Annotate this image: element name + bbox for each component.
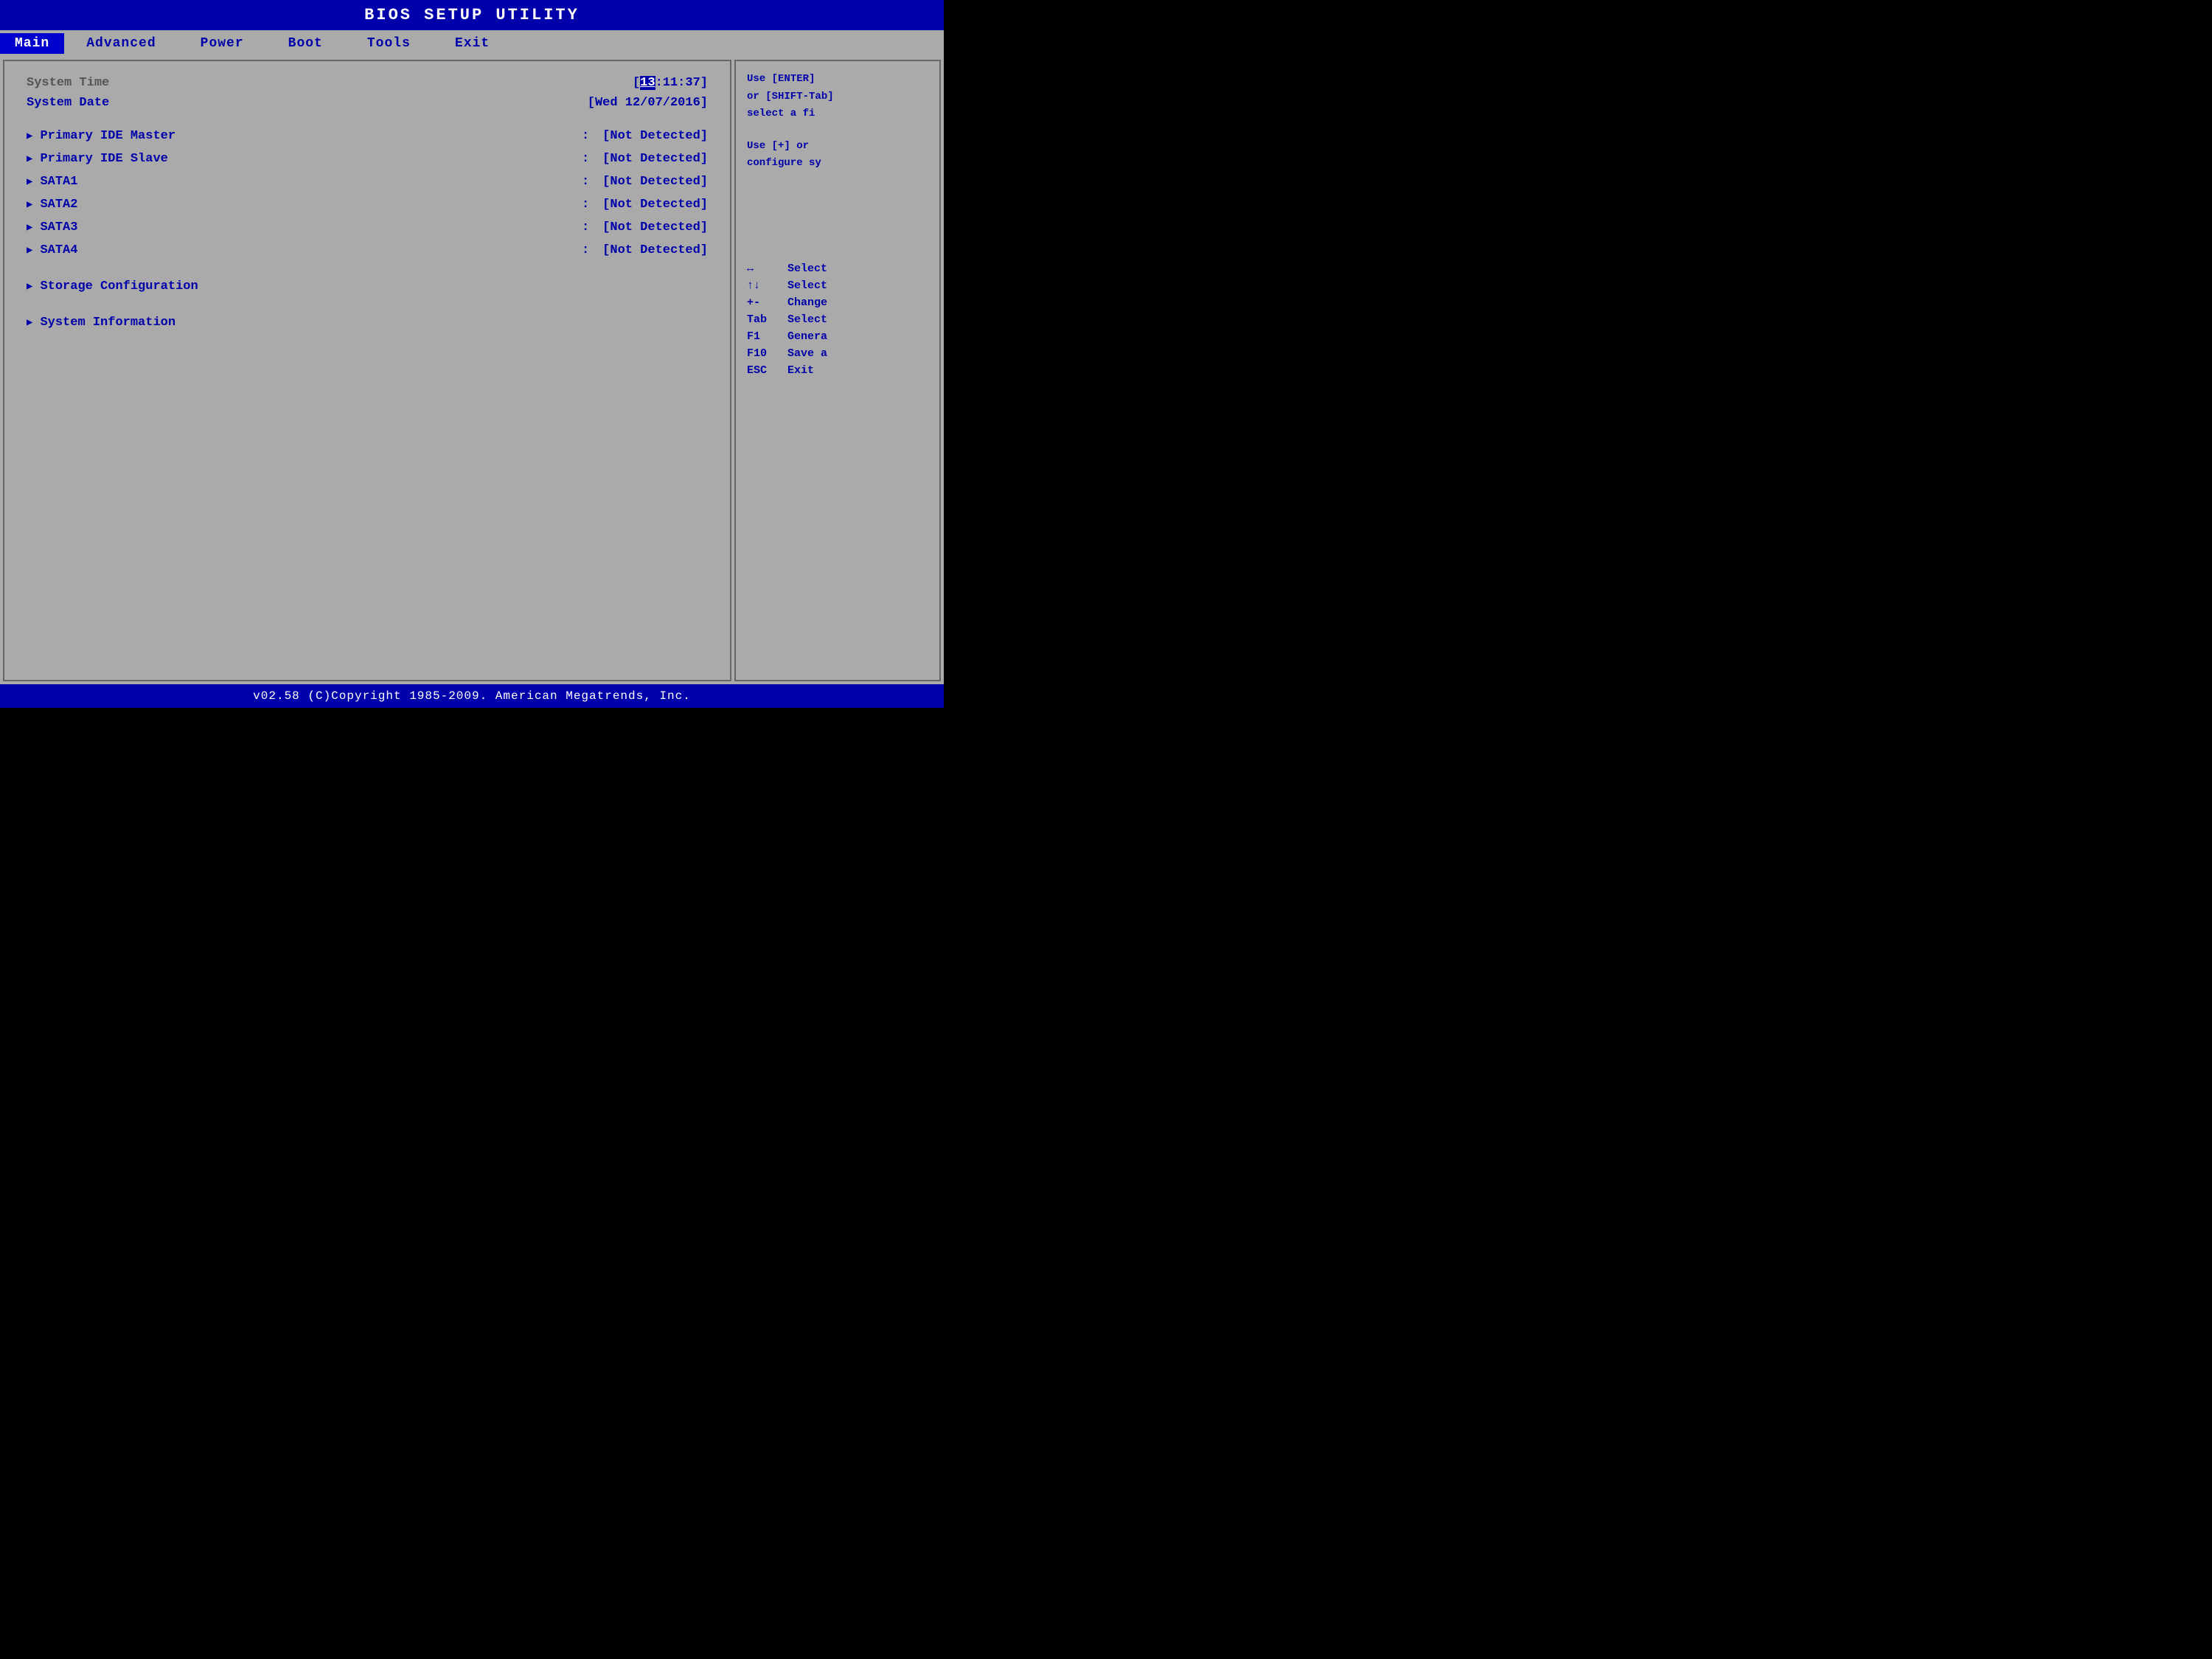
key-desc-save: Save a [787, 347, 827, 360]
primary-ide-slave-row[interactable]: ▶ Primary IDE Slave : [Not Detected] [27, 152, 708, 166]
system-time-row: System Time [13:11:37] [27, 76, 708, 90]
key-desc-select-field: Select [787, 313, 827, 326]
help-line-4: Use [+] or [747, 139, 928, 154]
key-row-updown: ↑↓ Select [747, 279, 928, 292]
key-desc-select-item: Select [787, 279, 827, 292]
primary-ide-master-row[interactable]: ▶ Primary IDE Master : [Not Detected] [27, 129, 708, 143]
key-row-f10: F10 Save a [747, 347, 928, 360]
help-text-4: Use [+] or [747, 140, 809, 152]
sata4-label: SATA4 [40, 243, 576, 257]
system-date-value[interactable]: [Wed 12/07/2016] [588, 96, 708, 110]
sata3-value: [Not Detected] [602, 220, 708, 234]
sata3-label: SATA3 [40, 220, 576, 234]
menu-item-advanced[interactable]: Advanced [64, 33, 178, 54]
menu-item-boot[interactable]: Boot [266, 33, 345, 54]
key-desc-exit: Exit [787, 364, 814, 377]
help-line-3: select a fi [747, 107, 928, 122]
key-row-esc: ESC Exit [747, 364, 928, 377]
system-time-value[interactable]: [13:11:37] [633, 76, 708, 90]
arrow-icon: ▶ [27, 130, 32, 142]
key-symbol-f10: F10 [747, 347, 787, 360]
help-line-2: or [SHIFT-Tab] [747, 90, 928, 105]
system-info-label: System Information [40, 316, 708, 330]
key-row-plusminus: +- Change [747, 296, 928, 309]
help-text-1: Use [ENTER] [747, 73, 815, 85]
arrow-icon: ▶ [27, 175, 32, 188]
key-row-tab: Tab Select [747, 313, 928, 326]
sata1-row[interactable]: ▶ SATA1 : [Not Detected] [27, 175, 708, 189]
key-symbol-ud: ↑↓ [747, 279, 787, 292]
key-desc-change: Change [787, 296, 827, 309]
menu-bar: Main Advanced Power Boot Tools Exit [0, 30, 944, 57]
system-date-row: System Date [Wed 12/07/2016] [27, 96, 708, 110]
menu-item-power[interactable]: Power [178, 33, 266, 54]
key-symbol-esc: ESC [747, 364, 787, 377]
sata2-value: [Not Detected] [602, 198, 708, 212]
content-area: System Time [13:11:37] System Date [Wed … [0, 57, 944, 684]
system-date-label: System Date [27, 96, 109, 110]
system-time-label: System Time [27, 76, 109, 90]
key-symbol-lr: ↔ [747, 262, 787, 275]
sata4-row[interactable]: ▶ SATA4 : [Not Detected] [27, 243, 708, 257]
primary-ide-slave-label: Primary IDE Slave [40, 152, 576, 166]
key-row-arrows: ↔ Select [747, 262, 928, 275]
footer: v02.58 (C)Copyright 1985-2009. American … [0, 684, 944, 708]
sata2-label: SATA2 [40, 198, 576, 212]
menu-item-tools[interactable]: Tools [345, 33, 433, 54]
arrow-icon: ▶ [27, 153, 32, 165]
help-text-5: configure sy [747, 157, 821, 169]
arrow-icon: ▶ [27, 244, 32, 257]
help-text-2: or [SHIFT-Tab] [747, 91, 834, 102]
key-symbol-f1: F1 [747, 330, 787, 343]
arrow-icon: ▶ [27, 221, 32, 234]
primary-ide-master-label: Primary IDE Master [40, 129, 576, 143]
menu-item-main[interactable]: Main [0, 33, 64, 54]
primary-ide-master-value: [Not Detected] [602, 129, 708, 143]
help-line-5: configure sy [747, 156, 928, 171]
help-text-3: select a fi [747, 108, 815, 119]
arrow-icon: ▶ [27, 198, 32, 211]
storage-config-row[interactable]: ▶ Storage Configuration [27, 279, 708, 293]
title-text: BIOS SETUP UTILITY [364, 6, 580, 24]
sata1-value: [Not Detected] [602, 175, 708, 189]
sata2-row[interactable]: ▶ SATA2 : [Not Detected] [27, 198, 708, 212]
system-info-row[interactable]: ▶ System Information [27, 316, 708, 330]
key-desc-general: Genera [787, 330, 827, 343]
key-symbol-tab: Tab [747, 313, 787, 326]
key-desc-select-screen: Select [787, 262, 827, 275]
key-row-f1: F1 Genera [747, 330, 928, 343]
arrow-icon: ▶ [27, 280, 32, 293]
primary-ide-slave-value: [Not Detected] [602, 152, 708, 166]
sata1-label: SATA1 [40, 175, 576, 189]
side-panel: Use [ENTER] or [SHIFT-Tab] select a fi U… [734, 60, 941, 681]
sata3-row[interactable]: ▶ SATA3 : [Not Detected] [27, 220, 708, 234]
help-line-1: Use [ENTER] [747, 72, 928, 87]
arrow-icon: ▶ [27, 316, 32, 329]
sata4-value: [Not Detected] [602, 243, 708, 257]
footer-text: v02.58 (C)Copyright 1985-2009. American … [253, 689, 691, 703]
menu-item-exit[interactable]: Exit [433, 33, 512, 54]
key-symbol-pm: +- [747, 296, 787, 309]
main-panel: System Time [13:11:37] System Date [Wed … [3, 60, 731, 681]
storage-config-label: Storage Configuration [40, 279, 708, 293]
bios-title: BIOS SETUP UTILITY [0, 0, 944, 30]
system-time-highlight: 13 [640, 76, 655, 90]
